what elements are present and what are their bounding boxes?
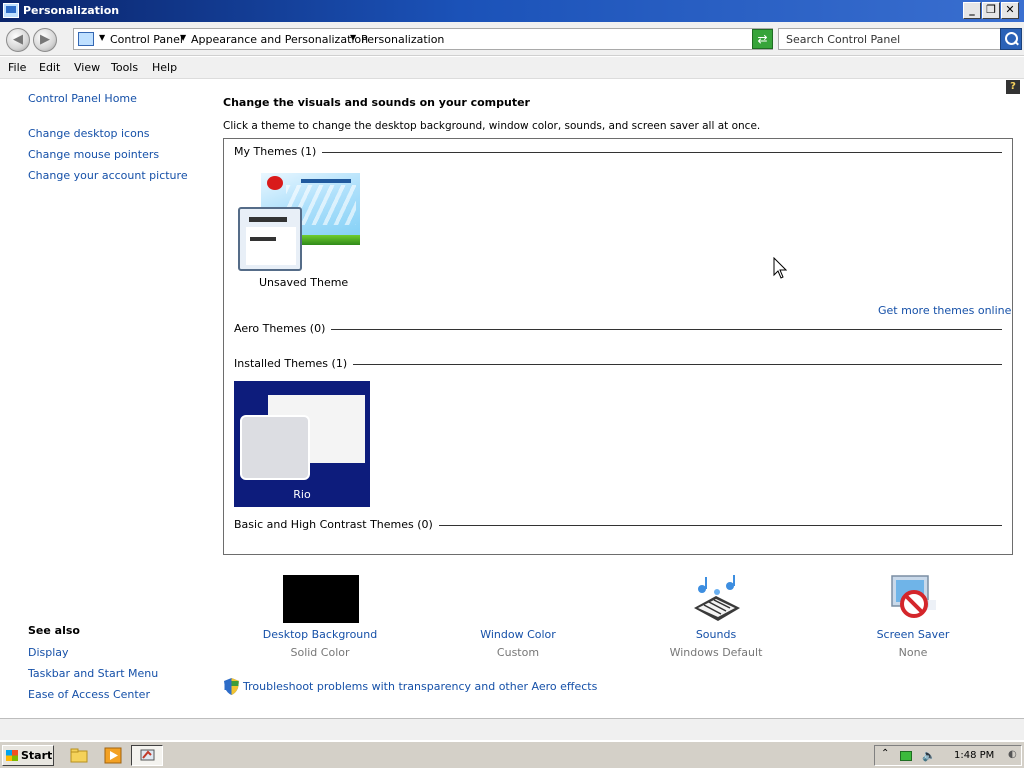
window-preview-icon — [238, 207, 302, 271]
breadcrumb-control-panel[interactable]: Control Panel — [110, 33, 183, 46]
breadcrumb-arrow-icon[interactable]: ▼ — [99, 33, 105, 42]
back-button[interactable]: ◀ — [6, 28, 30, 52]
bird-icon — [267, 176, 283, 190]
system-tray: ⌃ 🔈 ◐ — [874, 745, 1022, 766]
basic-themes-group-label: Basic and High Contrast Themes (0) — [234, 518, 439, 531]
start-label: Start — [21, 749, 53, 762]
close-button[interactable]: ✕ — [1001, 2, 1019, 19]
taskbar-start-menu-link[interactable]: Taskbar and Start Menu — [28, 667, 158, 680]
menu-tools[interactable]: Tools — [111, 61, 138, 74]
divider — [234, 152, 1002, 153]
taskbar-clock[interactable]: 1:48 PM — [954, 750, 994, 761]
notification-icon[interactable]: ◐ — [1008, 749, 1017, 760]
screen-saver-icon[interactable] — [888, 574, 938, 624]
maximize-button[interactable]: ❐ — [982, 2, 1000, 19]
media-player-icon[interactable] — [104, 747, 122, 764]
mouse-cursor-icon — [773, 257, 787, 279]
unsaved-theme-thumbnail[interactable] — [238, 173, 360, 271]
sounds-icon[interactable] — [690, 574, 742, 624]
volume-muted-icon[interactable]: 🔈 — [922, 749, 936, 762]
screen-saver-link[interactable]: Screen Saver — [843, 628, 983, 641]
troubleshoot-aero-link[interactable]: Troubleshoot problems with transparency … — [243, 680, 597, 693]
breadcrumb-arrow-icon[interactable]: ▼ — [350, 33, 356, 42]
address-toolbar: ◀ ▶ ▼ Control Panel ▼ Appearance and Per… — [0, 22, 1024, 56]
desktop-background-value: Solid Color — [290, 646, 350, 659]
change-desktop-icons-link[interactable]: Change desktop icons — [28, 127, 150, 140]
menu-bar: File Edit View Tools Help — [0, 57, 1024, 79]
desktop-background-link[interactable]: Desktop Background — [250, 628, 390, 641]
control-panel-home-link[interactable]: Control Panel Home — [28, 92, 137, 105]
menu-file[interactable]: File — [8, 61, 26, 74]
desktop-background-swatch[interactable] — [283, 575, 359, 623]
start-button[interactable]: Start — [2, 745, 54, 766]
my-themes-group-label: My Themes (1) — [234, 145, 323, 158]
aero-themes-group-label: Aero Themes (0) — [234, 322, 332, 335]
show-hidden-icons-icon[interactable]: ⌃ — [881, 748, 889, 759]
display-link[interactable]: Display — [28, 646, 69, 659]
rio-theme-label: Rio — [293, 488, 311, 501]
refresh-button[interactable]: ⇄ — [752, 29, 773, 49]
page-title: Change the visuals and sounds on your co… — [223, 96, 530, 109]
taskbar-personalization-window[interactable] — [131, 745, 163, 766]
control-panel-icon — [78, 32, 94, 46]
help-icon[interactable]: ? — [1006, 80, 1020, 94]
address-bar[interactable]: ▼ Control Panel ▼ Appearance and Persona… — [73, 28, 812, 50]
shield-icon — [224, 678, 239, 695]
breadcrumb-arrow-icon[interactable]: ▼ — [180, 33, 186, 42]
forward-button[interactable]: ▶ — [33, 28, 57, 52]
network-icon[interactable] — [900, 751, 912, 761]
divider — [234, 329, 1002, 330]
change-mouse-pointers-link[interactable]: Change mouse pointers — [28, 148, 159, 161]
see-also-heading: See also — [28, 624, 80, 637]
window-color-link[interactable]: Window Color — [448, 628, 588, 641]
minimize-button[interactable]: _ — [963, 2, 981, 19]
screen-saver-value: None — [898, 646, 928, 659]
title-bar: Personalization _ ❐ ✕ — [0, 0, 1024, 22]
search-input[interactable]: Search Control Panel — [778, 28, 1002, 50]
page-subtitle: Click a theme to change the desktop back… — [223, 120, 761, 132]
search-icon[interactable] — [1000, 28, 1022, 50]
control-panel-icon — [3, 3, 19, 18]
menu-help[interactable]: Help — [152, 61, 177, 74]
get-more-themes-link[interactable]: Get more themes online — [878, 304, 1011, 317]
change-account-picture-link[interactable]: Change your account picture — [28, 169, 188, 182]
window-color-value: Custom — [496, 646, 540, 659]
installed-themes-group-label: Installed Themes (1) — [234, 357, 354, 370]
menu-view[interactable]: View — [74, 61, 100, 74]
explorer-folder-icon[interactable] — [70, 747, 88, 764]
taskbar: Start ⌃ 🔈 ◐ 1:48 PM — [0, 741, 1024, 768]
breadcrumb-personalization[interactable]: Personalization — [361, 33, 444, 46]
sounds-link[interactable]: Sounds — [646, 628, 786, 641]
personalization-task-icon — [140, 749, 155, 761]
windows-logo-icon — [6, 750, 18, 761]
rio-theme-thumbnail[interactable]: Rio — [234, 381, 370, 507]
status-bar — [0, 718, 1024, 740]
sounds-value: Windows Default — [669, 646, 763, 659]
ease-of-access-link[interactable]: Ease of Access Center — [28, 688, 150, 701]
window-title: Personalization — [23, 4, 120, 17]
breadcrumb-appearance[interactable]: Appearance and Personalization — [191, 33, 368, 46]
unsaved-theme-label[interactable]: Unsaved Theme — [259, 276, 348, 289]
menu-edit[interactable]: Edit — [39, 61, 60, 74]
